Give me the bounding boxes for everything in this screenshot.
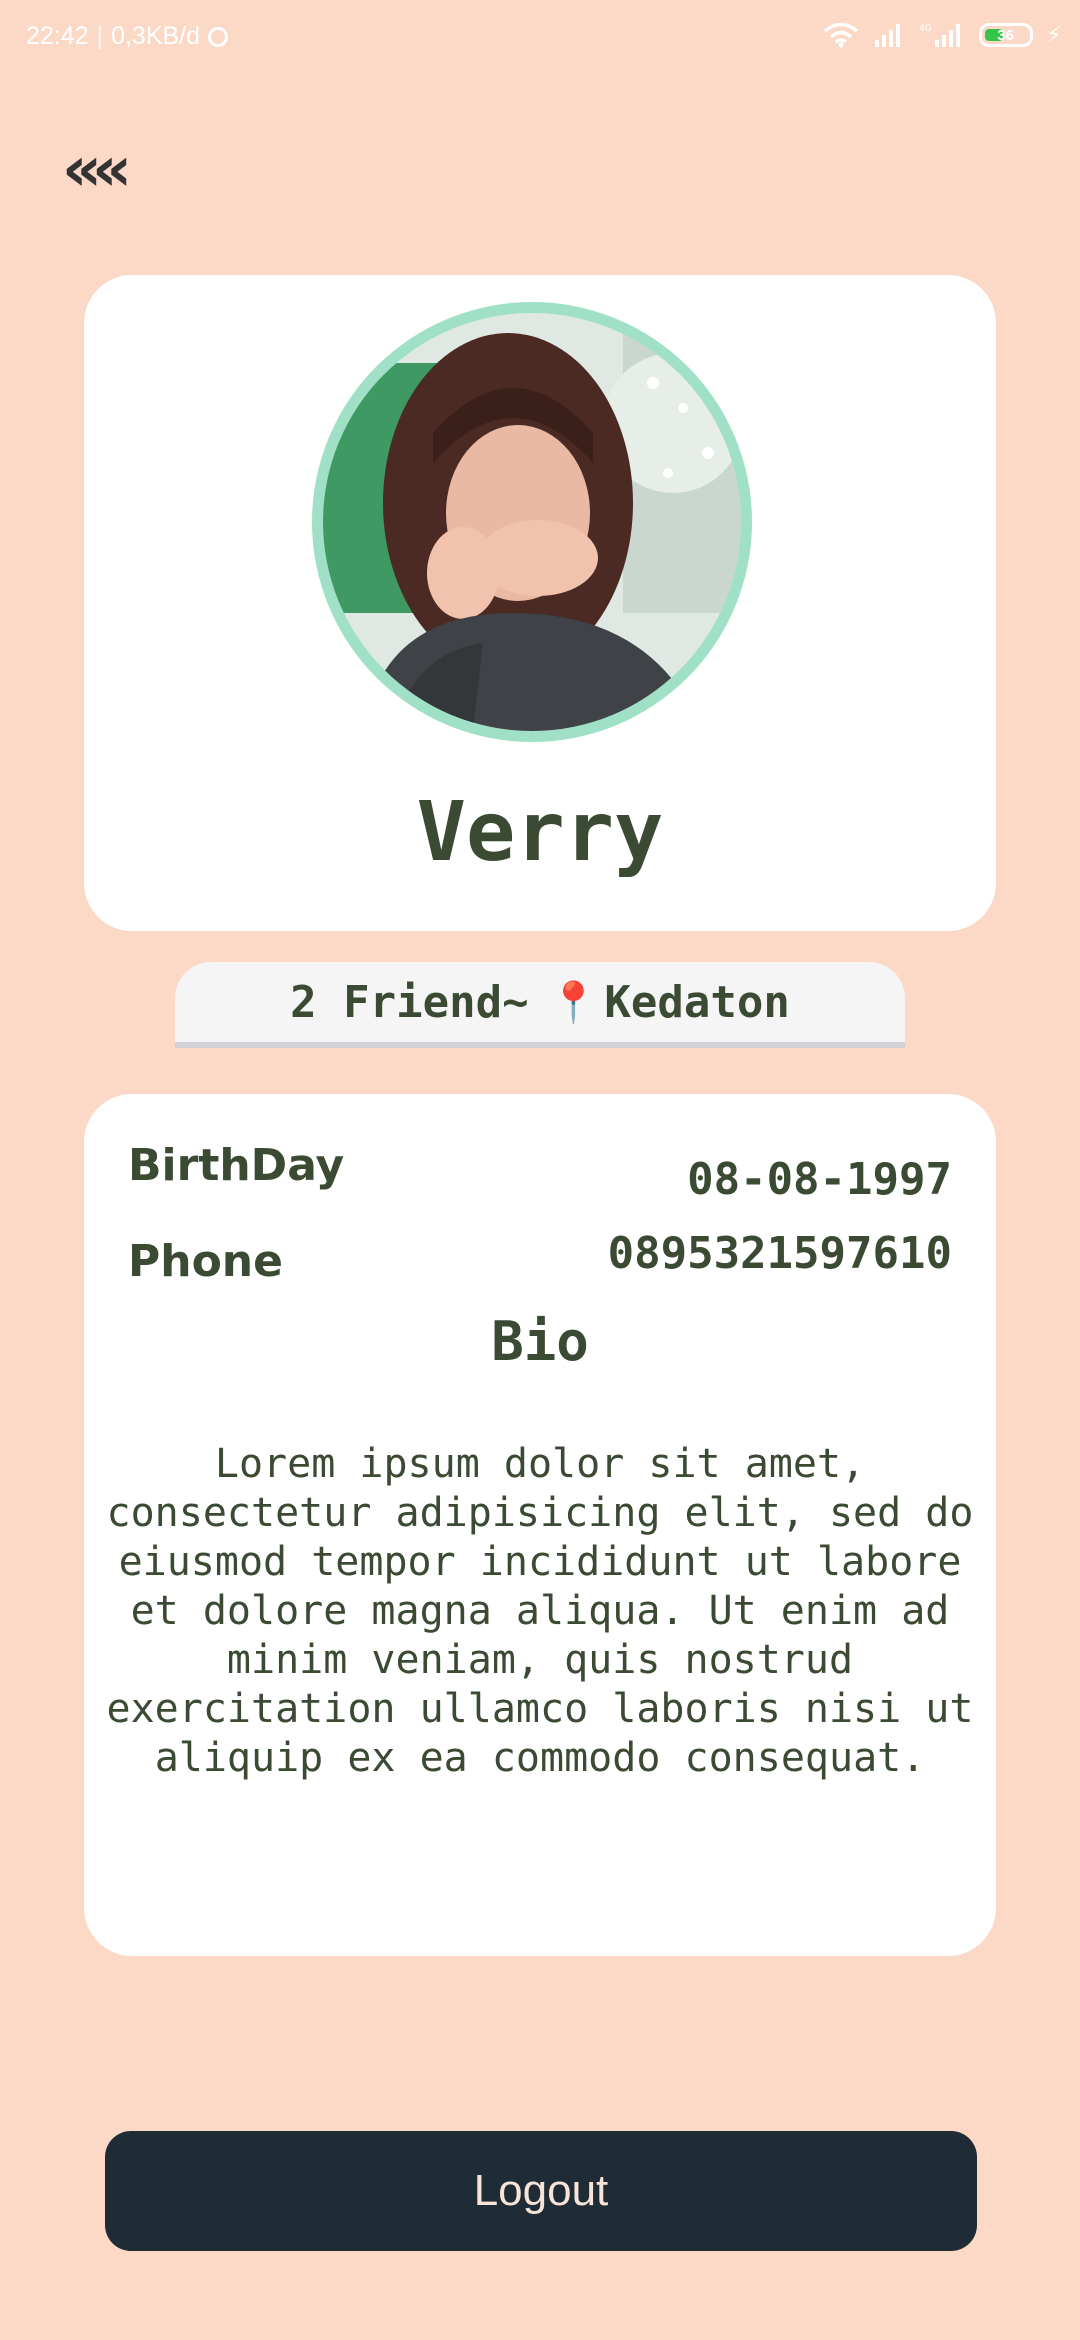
status-separator: | <box>96 22 104 50</box>
bio-text: Lorem ipsum dolor sit amet, consectetur … <box>106 1441 974 1781</box>
birthday-label: BirthDay <box>128 1140 345 1191</box>
avatar-image <box>323 313 741 731</box>
status-net-speed: 0,3KB/d <box>111 22 201 50</box>
alarm-icon <box>208 26 229 47</box>
profile-card: Verry <box>84 275 996 931</box>
status-left: 22:42 | 0,3KB/d <box>26 22 229 51</box>
battery-level: 36 <box>997 26 1014 44</box>
phone-label: Phone <box>128 1236 283 1287</box>
battery-icon: 36 <box>978 23 1033 47</box>
back-button[interactable]: «« <box>62 138 132 200</box>
profile-name: Verry <box>416 785 664 880</box>
status-right: 4G 36 ⚡ <box>823 22 1062 48</box>
svg-text:4G: 4G <box>919 24 932 34</box>
wifi-icon <box>823 22 858 48</box>
birthday-value: 08-08-1997 <box>687 1154 952 1205</box>
location-text: Kedaton <box>604 976 790 1028</box>
signal-4g-icon: 4G <box>919 24 960 47</box>
charging-icon: ⚡ <box>1046 22 1062 48</box>
friend-count[interactable]: 2 Friend~ <box>290 977 528 1028</box>
logout-button[interactable]: Logout <box>105 2131 977 2251</box>
friends-location-bar: 2 Friend~ 📍 Kedaton <box>175 962 905 1048</box>
status-time: 22:42 <box>26 22 89 50</box>
details-card: BirthDay 08-08-1997 Phone 0895321597610 … <box>84 1094 996 1956</box>
bio-title: Bio <box>491 1310 589 1373</box>
location-pin-icon: 📍 <box>548 979 599 1026</box>
signal-icon <box>874 24 900 47</box>
avatar[interactable] <box>312 302 752 742</box>
status-bar: 22:42 | 0,3KB/d 4G 36 ⚡ <box>0 0 1080 80</box>
phone-value: 0895321597610 <box>607 1228 952 1279</box>
